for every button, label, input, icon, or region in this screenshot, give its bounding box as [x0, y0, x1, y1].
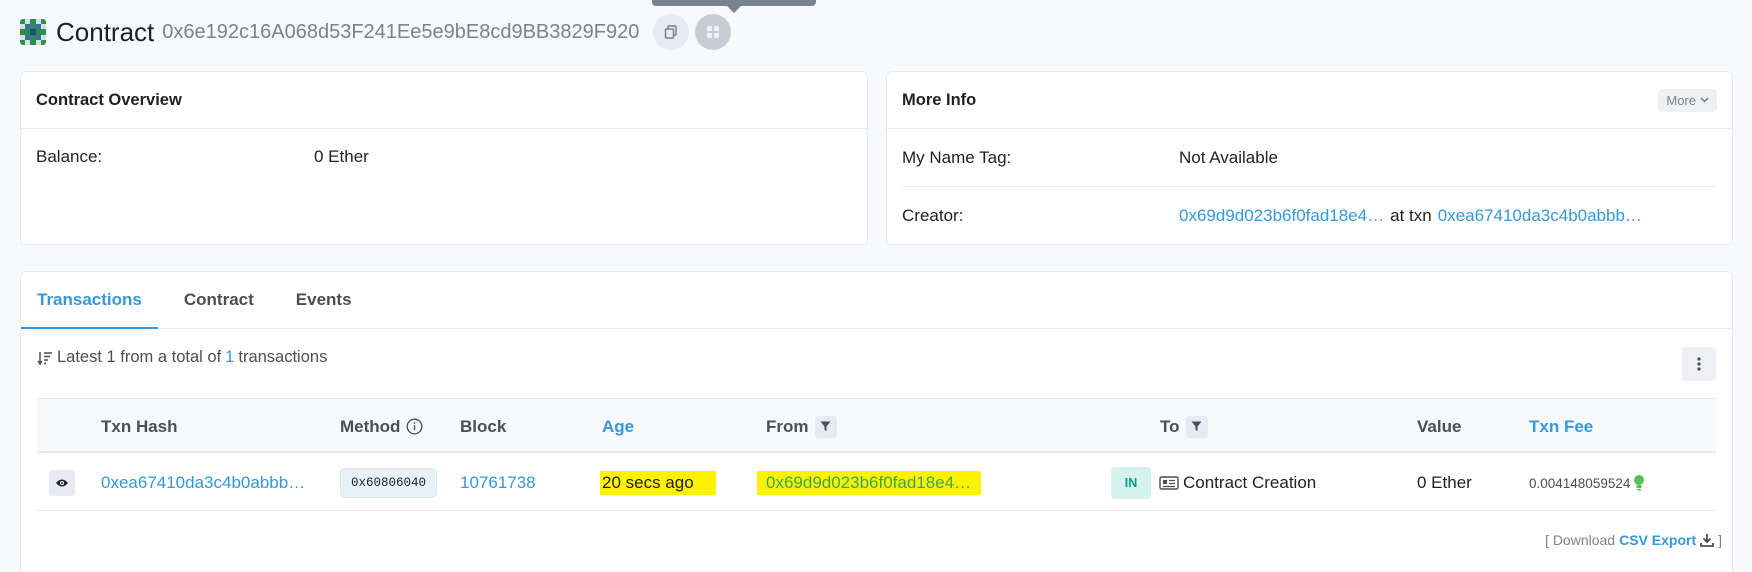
- summary-suffix: transactions: [238, 348, 328, 366]
- from-address-link[interactable]: 0x69d9d023b6f0fad18e4…: [766, 473, 971, 492]
- tab-contract[interactable]: Contract: [168, 272, 270, 328]
- col-method: Method: [340, 399, 423, 454]
- name-tag-value: Not Available: [1179, 147, 1278, 167]
- balance-label: Balance:: [36, 147, 103, 166]
- lightbulb-icon: [1634, 475, 1645, 491]
- cell-preview: [49, 455, 75, 511]
- csv-suffix: ]: [1718, 532, 1722, 548]
- cell-from: 0x69d9d023b6f0fad18e4…: [757, 455, 982, 511]
- col-block: Block: [460, 416, 507, 436]
- csv-export-link[interactable]: CSV Export: [1619, 532, 1696, 548]
- page-header: Contract 0x6e192c16A068d53F241Ee5e9bE8cd…: [20, 12, 737, 52]
- table-header: Txn Hash Method Block Age From To Value …: [37, 398, 1716, 453]
- more-info-header: More Info More: [887, 72, 1732, 129]
- col-from: From: [766, 399, 837, 454]
- col-to-label: To: [1160, 416, 1180, 436]
- cell-direction: IN: [1111, 455, 1151, 511]
- contract-icon: [1159, 476, 1179, 490]
- contract-overview-card: Contract Overview Balance: 0 Ether: [20, 71, 868, 245]
- block-link[interactable]: 10761738: [460, 473, 536, 493]
- tab-bar: Transactions Contract Events: [21, 272, 1732, 329]
- csv-export: [ Download CSV Export ]: [1545, 532, 1722, 548]
- at-txn-label: at txn: [1390, 206, 1432, 225]
- age-value: 20 secs ago: [600, 471, 716, 495]
- direction-badge: IN: [1111, 467, 1151, 499]
- table-row: 0xea67410da3c4b0abbb… 0x60806040 1076173…: [37, 455, 1716, 511]
- from-filter-button[interactable]: [814, 415, 837, 438]
- name-tag-label: My Name Tag:: [902, 147, 1012, 167]
- options-menu-button[interactable]: [1682, 347, 1716, 381]
- transactions-card: Transactions Contract Events Latest 1 fr…: [20, 271, 1733, 572]
- cell-age: 20 secs ago: [600, 455, 716, 511]
- tab-transactions[interactable]: Transactions: [21, 272, 158, 329]
- cell-block: 10761738: [460, 455, 536, 511]
- more-info-title: More Info: [902, 90, 977, 109]
- col-txn-hash: Txn Hash: [101, 416, 178, 436]
- download-icon: [1700, 534, 1715, 547]
- txn-hash-link[interactable]: 0xea67410da3c4b0abbb…: [101, 473, 305, 493]
- cell-method: 0x60806040: [340, 455, 438, 511]
- cell-to: Contract Creation: [1159, 455, 1316, 511]
- filter-icon: [1191, 421, 1202, 431]
- cell-txn-hash: 0xea67410da3c4b0abbb…: [101, 455, 305, 511]
- col-to: To: [1160, 399, 1208, 454]
- summary-prefix: Latest 1 from a total of: [57, 348, 222, 366]
- txn-fee-value: 0.004148059524: [1529, 475, 1631, 491]
- balance-row: Balance: 0 Ether: [21, 129, 867, 185]
- qr-code-icon: [707, 26, 720, 38]
- info-icon[interactable]: [406, 418, 423, 435]
- creator-address-link[interactable]: 0x69d9d023b6f0fad18e4…: [1179, 206, 1384, 226]
- method-badge: 0x60806040: [340, 468, 438, 498]
- to-value: Contract Creation: [1183, 473, 1317, 492]
- more-dropdown-button[interactable]: More: [1658, 88, 1717, 112]
- more-label: More: [1666, 92, 1696, 108]
- col-from-label: From: [766, 416, 809, 436]
- col-value: Value: [1417, 416, 1462, 436]
- sort-icon: [37, 351, 52, 365]
- filter-icon: [820, 421, 831, 431]
- creator-row: Creator: 0x69d9d023b6f0fad18e4… at txn 0…: [902, 187, 1717, 245]
- more-vertical-icon: [1697, 357, 1701, 371]
- creator-label: Creator:: [902, 206, 964, 225]
- copy-icon: [665, 25, 678, 39]
- summary-count[interactable]: 1: [225, 348, 234, 367]
- contract-overview-header: Contract Overview: [21, 72, 867, 129]
- page-title: Contract: [56, 16, 155, 47]
- to-filter-button[interactable]: [1185, 415, 1208, 438]
- name-tag-row: My Name Tag: Not Available: [902, 129, 1717, 187]
- cell-txn-fee: 0.004148059524: [1529, 455, 1645, 511]
- qr-code-button[interactable]: [695, 14, 732, 50]
- more-info-card: More Info More My Name Tag: Not Availabl…: [886, 71, 1733, 245]
- chevron-down-icon: [1700, 97, 1709, 103]
- csv-prefix: [ Download: [1545, 532, 1616, 548]
- cell-value: 0 Ether: [1417, 455, 1472, 511]
- contract-identicon: [20, 19, 46, 45]
- copy-address-button[interactable]: [653, 14, 690, 50]
- txn-fee: 0.004148059524: [1529, 474, 1645, 492]
- preview-button[interactable]: [49, 470, 75, 496]
- col-txn-fee[interactable]: Txn Fee: [1529, 399, 1593, 454]
- eye-icon: [56, 479, 68, 487]
- balance-value: 0 Ether: [314, 147, 369, 166]
- value-amount: 0 Ether: [1417, 473, 1472, 492]
- col-method-label: Method: [340, 416, 401, 436]
- contract-overview-title: Contract Overview: [36, 90, 182, 109]
- contract-address: 0x6e192c16A068d53F241Ee5e9bE8cd9BB3829F9…: [162, 20, 640, 43]
- col-age[interactable]: Age: [602, 399, 634, 454]
- tab-events[interactable]: Events: [280, 272, 368, 328]
- creator-txn-link[interactable]: 0xea67410da3c4b0abbb…: [1438, 206, 1642, 226]
- transactions-summary: Latest 1 from a total of 1 transactions: [37, 348, 327, 367]
